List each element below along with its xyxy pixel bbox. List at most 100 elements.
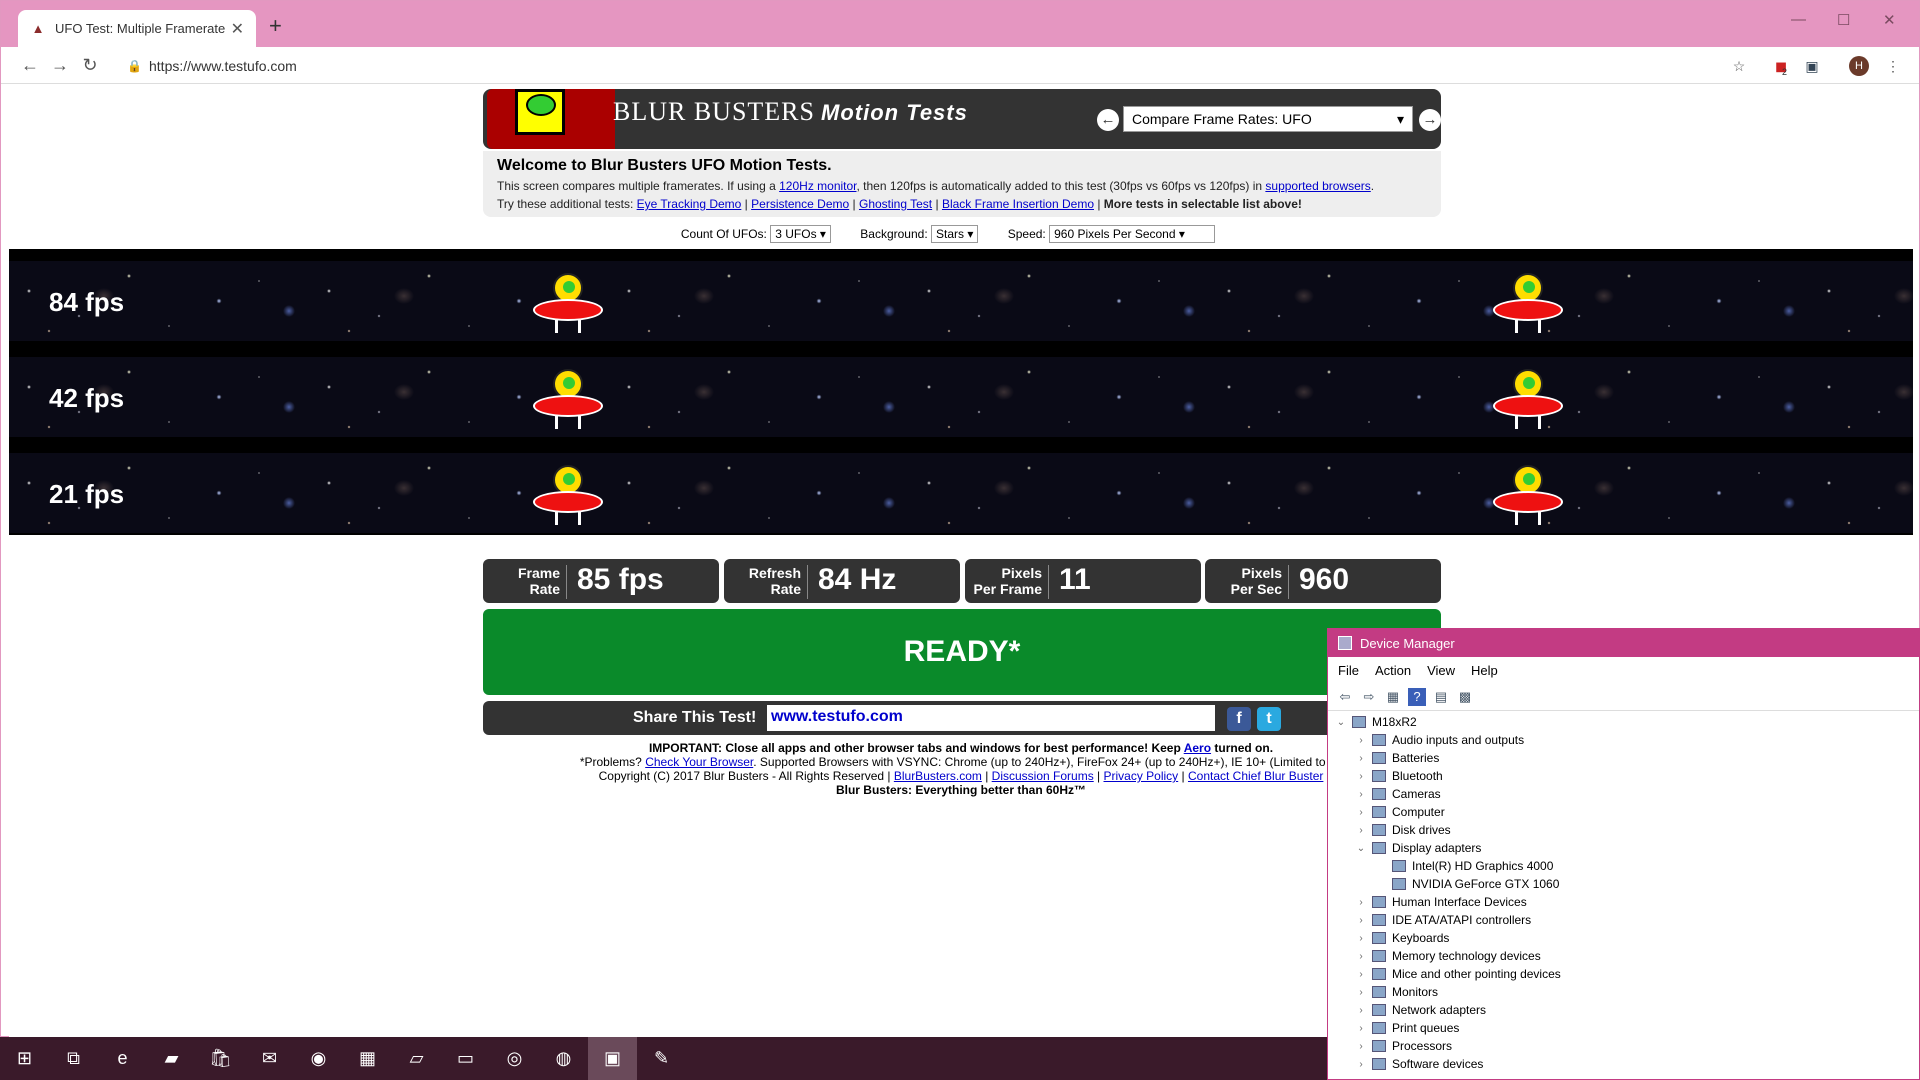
background-select[interactable]: Stars ▾ bbox=[931, 225, 979, 243]
device-manager-icon[interactable]: ▣ bbox=[588, 1037, 637, 1080]
tree-category[interactable]: › Bluetooth bbox=[1328, 767, 1919, 785]
tree-category[interactable]: › Cameras bbox=[1328, 785, 1919, 803]
chevron-right-icon[interactable]: › bbox=[1354, 771, 1368, 782]
chevron-right-icon[interactable]: › bbox=[1354, 825, 1368, 836]
extension-shield-icon[interactable]: ◼ bbox=[1771, 56, 1791, 76]
tree-category[interactable]: › Keyboards bbox=[1328, 929, 1919, 947]
persistence-link[interactable]: Persistence Demo bbox=[751, 197, 849, 211]
windows-start-icon[interactable]: ⊞ bbox=[0, 1037, 49, 1080]
chevron-right-icon[interactable]: › bbox=[1354, 1041, 1368, 1052]
chevron-right-icon[interactable]: › bbox=[1354, 897, 1368, 908]
reload-icon[interactable]: ↻ bbox=[75, 55, 105, 76]
properties-icon[interactable]: ▦ bbox=[1384, 688, 1402, 706]
menu-view[interactable]: View bbox=[1427, 663, 1455, 678]
tree-category[interactable]: › Mice and other pointing devices bbox=[1328, 965, 1919, 983]
task-view-icon[interactable]: ⧉ bbox=[49, 1037, 98, 1080]
chevron-down-icon[interactable]: ⌄ bbox=[1334, 717, 1348, 728]
address-bar[interactable]: 🔒 https://www.testufo.com bbox=[127, 52, 1727, 80]
calculator-icon[interactable]: ▦ bbox=[343, 1037, 392, 1080]
steam-icon[interactable]: ◎ bbox=[490, 1037, 539, 1080]
back-icon[interactable]: ← bbox=[15, 55, 45, 76]
tool-icon[interactable]: ✎ bbox=[637, 1037, 686, 1080]
menu-icon[interactable]: ⋮ bbox=[1883, 56, 1903, 76]
help-icon[interactable]: ? bbox=[1408, 687, 1426, 706]
notepad-icon[interactable]: ▱ bbox=[392, 1037, 441, 1080]
extension-chat-icon[interactable]: ▣ bbox=[1802, 56, 1822, 76]
tree-category[interactable]: ⌄ Display adapters bbox=[1328, 839, 1919, 857]
back-icon[interactable]: ⇦ bbox=[1336, 688, 1354, 706]
twitter-icon[interactable]: t bbox=[1257, 707, 1281, 731]
chevron-right-icon[interactable]: › bbox=[1354, 807, 1368, 818]
privacy-link[interactable]: Privacy Policy bbox=[1104, 769, 1179, 783]
chevron-right-icon[interactable]: › bbox=[1354, 1005, 1368, 1016]
tree-category[interactable]: › Batteries bbox=[1328, 749, 1919, 767]
chevron-right-icon[interactable]: › bbox=[1354, 969, 1368, 980]
forums-link[interactable]: Discussion Forums bbox=[992, 769, 1094, 783]
chevron-right-icon[interactable]: › bbox=[1354, 735, 1368, 746]
check-browser-link[interactable]: Check Your Browser bbox=[645, 755, 753, 769]
mail-icon[interactable]: ✉ bbox=[245, 1037, 294, 1080]
close-window-icon[interactable]: ✕ bbox=[1883, 11, 1896, 29]
menu-action[interactable]: Action bbox=[1375, 663, 1411, 678]
tree-category[interactable]: › Monitors bbox=[1328, 983, 1919, 1001]
forward-icon[interactable]: ⇨ bbox=[1360, 688, 1378, 706]
tree-category[interactable]: › IDE ATA/ATAPI controllers bbox=[1328, 911, 1919, 929]
chevron-right-icon[interactable]: › bbox=[1354, 789, 1368, 800]
profile-avatar[interactable]: H bbox=[1849, 56, 1869, 76]
chevron-right-icon[interactable]: › bbox=[1354, 951, 1368, 962]
120hz-monitor-link[interactable]: 120Hz monitor bbox=[779, 179, 856, 193]
eye-tracking-link[interactable]: Eye Tracking Demo bbox=[637, 197, 742, 211]
chevron-right-icon[interactable]: › bbox=[1354, 987, 1368, 998]
chevron-right-icon[interactable]: › bbox=[1354, 753, 1368, 764]
aero-link[interactable]: Aero bbox=[1184, 741, 1211, 755]
tree-root[interactable]: ⌄ M18xR2 bbox=[1328, 713, 1919, 731]
tree-category[interactable]: › Print queues bbox=[1328, 1019, 1919, 1037]
chevron-right-icon[interactable]: › bbox=[1354, 933, 1368, 944]
folder-icon[interactable]: ▭ bbox=[441, 1037, 490, 1080]
details-icon[interactable]: ▤ bbox=[1432, 688, 1450, 706]
spotify-icon[interactable]: ◍ bbox=[539, 1037, 588, 1080]
minimize-icon[interactable]: — bbox=[1791, 11, 1806, 28]
dm-titlebar[interactable]: Device Manager bbox=[1328, 629, 1919, 657]
tree-category[interactable]: › Computer bbox=[1328, 803, 1919, 821]
store-icon[interactable]: 🛍 bbox=[196, 1037, 245, 1080]
chevron-down-icon[interactable]: ⌄ bbox=[1354, 843, 1368, 854]
browser-tab[interactable]: ▲ UFO Test: Multiple Framerates ✕ bbox=[18, 10, 256, 47]
test-select[interactable]: Compare Frame Rates: UFO ▾ bbox=[1123, 106, 1413, 132]
bfi-link[interactable]: Black Frame Insertion Demo bbox=[942, 197, 1094, 211]
tree-category[interactable]: › Memory technology devices bbox=[1328, 947, 1919, 965]
chevron-right-icon[interactable]: › bbox=[1354, 1059, 1368, 1070]
next-test-button[interactable]: → bbox=[1419, 109, 1441, 131]
menu-file[interactable]: File bbox=[1338, 663, 1359, 678]
tree-category[interactable]: › Network adapters bbox=[1328, 1001, 1919, 1019]
new-tab-icon[interactable]: + bbox=[269, 15, 282, 37]
facebook-icon[interactable]: f bbox=[1227, 707, 1251, 731]
speed-select[interactable]: 960 Pixels Per Second ▾ bbox=[1049, 225, 1216, 243]
supported-browsers-link[interactable]: supported browsers bbox=[1265, 179, 1370, 193]
tree-category[interactable]: › Audio inputs and outputs bbox=[1328, 731, 1919, 749]
monitor-icon[interactable]: ▩ bbox=[1456, 688, 1474, 706]
chrome-icon[interactable]: ◉ bbox=[294, 1037, 343, 1080]
chevron-right-icon[interactable]: › bbox=[1354, 1023, 1368, 1034]
ghosting-link[interactable]: Ghosting Test bbox=[859, 197, 932, 211]
menu-help[interactable]: Help bbox=[1471, 663, 1498, 678]
close-tab-icon[interactable]: ✕ bbox=[231, 19, 244, 39]
tree-category[interactable]: › Software devices bbox=[1328, 1055, 1919, 1073]
tree-category[interactable]: › Human Interface Devices bbox=[1328, 893, 1919, 911]
ufo-count-select[interactable]: 3 UFOs ▾ bbox=[770, 225, 831, 243]
blurbusters-link[interactable]: BlurBusters.com bbox=[894, 769, 982, 783]
forward-icon[interactable]: → bbox=[45, 55, 75, 76]
star-icon[interactable]: ☆ bbox=[1729, 56, 1749, 76]
tree-category[interactable]: › Disk drives bbox=[1328, 821, 1919, 839]
ufo-icon bbox=[529, 465, 607, 527]
maximize-icon[interactable]: ☐ bbox=[1837, 11, 1850, 29]
prev-test-button[interactable]: ← bbox=[1097, 109, 1119, 131]
tree-device[interactable]: Intel(R) HD Graphics 4000 bbox=[1328, 857, 1919, 875]
chevron-right-icon[interactable]: › bbox=[1354, 915, 1368, 926]
contact-link[interactable]: Contact Chief Blur Buster bbox=[1188, 769, 1323, 783]
tree-category[interactable]: › Processors bbox=[1328, 1037, 1919, 1055]
file-explorer-icon[interactable]: ▰ bbox=[147, 1037, 196, 1080]
share-url-field[interactable]: www.testufo.com bbox=[767, 705, 1215, 731]
edge-icon[interactable]: e bbox=[98, 1037, 147, 1080]
tree-device[interactable]: NVIDIA GeForce GTX 1060 bbox=[1328, 875, 1919, 893]
